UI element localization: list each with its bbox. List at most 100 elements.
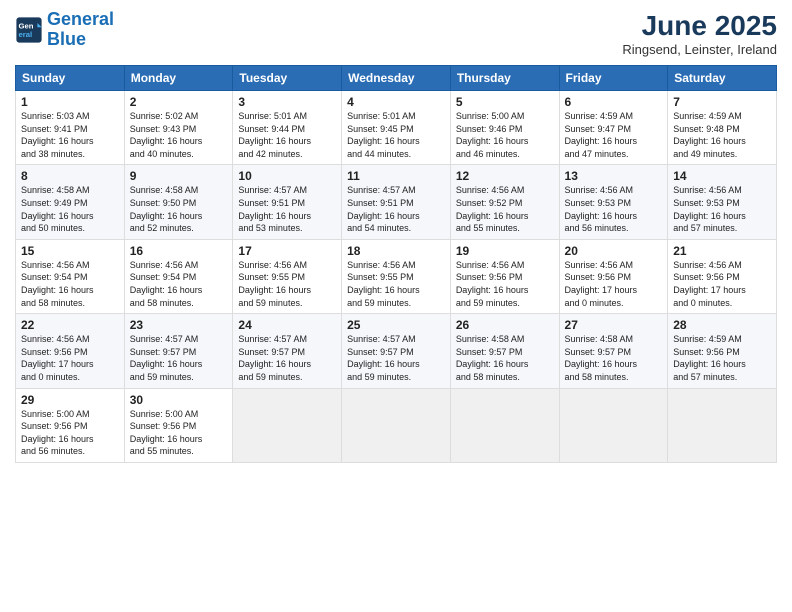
table-row: 27Sunrise: 4:58 AM Sunset: 9:57 PM Dayli…: [559, 314, 668, 388]
day-number: 27: [565, 318, 663, 332]
week-row-2: 8Sunrise: 4:58 AM Sunset: 9:49 PM Daylig…: [16, 165, 777, 239]
table-row: 7Sunrise: 4:59 AM Sunset: 9:48 PM Daylig…: [668, 91, 777, 165]
table-row: 10Sunrise: 4:57 AM Sunset: 9:51 PM Dayli…: [233, 165, 342, 239]
day-number: 19: [456, 244, 554, 258]
table-row: [668, 388, 777, 462]
day-number: 28: [673, 318, 771, 332]
col-friday: Friday: [559, 66, 668, 91]
table-row: 11Sunrise: 4:57 AM Sunset: 9:51 PM Dayli…: [342, 165, 451, 239]
day-number: 20: [565, 244, 663, 258]
day-number: 30: [130, 393, 228, 407]
table-row: 9Sunrise: 4:58 AM Sunset: 9:50 PM Daylig…: [124, 165, 233, 239]
day-info: Sunrise: 5:00 AM Sunset: 9:56 PM Dayligh…: [130, 408, 228, 458]
day-info: Sunrise: 4:56 AM Sunset: 9:54 PM Dayligh…: [21, 259, 119, 309]
day-info: Sunrise: 4:56 AM Sunset: 9:56 PM Dayligh…: [21, 333, 119, 383]
day-number: 9: [130, 169, 228, 183]
day-info: Sunrise: 4:56 AM Sunset: 9:53 PM Dayligh…: [565, 184, 663, 234]
table-row: 4Sunrise: 5:01 AM Sunset: 9:45 PM Daylig…: [342, 91, 451, 165]
day-number: 15: [21, 244, 119, 258]
day-number: 21: [673, 244, 771, 258]
day-info: Sunrise: 4:57 AM Sunset: 9:57 PM Dayligh…: [130, 333, 228, 383]
table-row: 26Sunrise: 4:58 AM Sunset: 9:57 PM Dayli…: [450, 314, 559, 388]
table-row: 25Sunrise: 4:57 AM Sunset: 9:57 PM Dayli…: [342, 314, 451, 388]
location: Ringsend, Leinster, Ireland: [622, 42, 777, 57]
svg-text:eral: eral: [19, 30, 33, 39]
day-info: Sunrise: 4:57 AM Sunset: 9:51 PM Dayligh…: [238, 184, 336, 234]
col-monday: Monday: [124, 66, 233, 91]
day-number: 16: [130, 244, 228, 258]
day-info: Sunrise: 4:56 AM Sunset: 9:56 PM Dayligh…: [456, 259, 554, 309]
day-number: 8: [21, 169, 119, 183]
day-number: 13: [565, 169, 663, 183]
table-row: [342, 388, 451, 462]
day-info: Sunrise: 4:58 AM Sunset: 9:49 PM Dayligh…: [21, 184, 119, 234]
day-info: Sunrise: 4:58 AM Sunset: 9:50 PM Dayligh…: [130, 184, 228, 234]
table-row: 3Sunrise: 5:01 AM Sunset: 9:44 PM Daylig…: [233, 91, 342, 165]
title-block: June 2025 Ringsend, Leinster, Ireland: [622, 10, 777, 57]
table-row: 12Sunrise: 4:56 AM Sunset: 9:52 PM Dayli…: [450, 165, 559, 239]
day-info: Sunrise: 4:56 AM Sunset: 9:55 PM Dayligh…: [347, 259, 445, 309]
day-number: 24: [238, 318, 336, 332]
header: Gen eral General Blue June 2025 Ringsend…: [15, 10, 777, 57]
day-number: 18: [347, 244, 445, 258]
day-number: 25: [347, 318, 445, 332]
day-info: Sunrise: 5:03 AM Sunset: 9:41 PM Dayligh…: [21, 110, 119, 160]
logo-icon: Gen eral: [15, 16, 43, 44]
col-thursday: Thursday: [450, 66, 559, 91]
calendar-header-row: Sunday Monday Tuesday Wednesday Thursday…: [16, 66, 777, 91]
week-row-4: 22Sunrise: 4:56 AM Sunset: 9:56 PM Dayli…: [16, 314, 777, 388]
day-number: 26: [456, 318, 554, 332]
logo-text: General Blue: [47, 10, 114, 50]
day-info: Sunrise: 4:56 AM Sunset: 9:56 PM Dayligh…: [673, 259, 771, 309]
day-info: Sunrise: 4:56 AM Sunset: 9:54 PM Dayligh…: [130, 259, 228, 309]
table-row: 6Sunrise: 4:59 AM Sunset: 9:47 PM Daylig…: [559, 91, 668, 165]
table-row: 21Sunrise: 4:56 AM Sunset: 9:56 PM Dayli…: [668, 239, 777, 313]
day-number: 29: [21, 393, 119, 407]
table-row: 8Sunrise: 4:58 AM Sunset: 9:49 PM Daylig…: [16, 165, 125, 239]
col-saturday: Saturday: [668, 66, 777, 91]
svg-text:Gen: Gen: [19, 21, 34, 30]
week-row-1: 1Sunrise: 5:03 AM Sunset: 9:41 PM Daylig…: [16, 91, 777, 165]
table-row: 1Sunrise: 5:03 AM Sunset: 9:41 PM Daylig…: [16, 91, 125, 165]
page: Gen eral General Blue June 2025 Ringsend…: [0, 0, 792, 612]
table-row: 15Sunrise: 4:56 AM Sunset: 9:54 PM Dayli…: [16, 239, 125, 313]
table-row: 22Sunrise: 4:56 AM Sunset: 9:56 PM Dayli…: [16, 314, 125, 388]
day-number: 2: [130, 95, 228, 109]
day-info: Sunrise: 5:02 AM Sunset: 9:43 PM Dayligh…: [130, 110, 228, 160]
table-row: 19Sunrise: 4:56 AM Sunset: 9:56 PM Dayli…: [450, 239, 559, 313]
day-number: 12: [456, 169, 554, 183]
day-info: Sunrise: 4:58 AM Sunset: 9:57 PM Dayligh…: [456, 333, 554, 383]
table-row: [233, 388, 342, 462]
day-info: Sunrise: 4:59 AM Sunset: 9:47 PM Dayligh…: [565, 110, 663, 160]
week-row-3: 15Sunrise: 4:56 AM Sunset: 9:54 PM Dayli…: [16, 239, 777, 313]
logo: Gen eral General Blue: [15, 10, 114, 50]
day-number: 17: [238, 244, 336, 258]
day-info: Sunrise: 4:56 AM Sunset: 9:55 PM Dayligh…: [238, 259, 336, 309]
table-row: 20Sunrise: 4:56 AM Sunset: 9:56 PM Dayli…: [559, 239, 668, 313]
day-number: 6: [565, 95, 663, 109]
day-number: 10: [238, 169, 336, 183]
day-number: 14: [673, 169, 771, 183]
table-row: 5Sunrise: 5:00 AM Sunset: 9:46 PM Daylig…: [450, 91, 559, 165]
month-title: June 2025: [622, 10, 777, 42]
table-row: 16Sunrise: 4:56 AM Sunset: 9:54 PM Dayli…: [124, 239, 233, 313]
table-row: 17Sunrise: 4:56 AM Sunset: 9:55 PM Dayli…: [233, 239, 342, 313]
table-row: 14Sunrise: 4:56 AM Sunset: 9:53 PM Dayli…: [668, 165, 777, 239]
table-row: 24Sunrise: 4:57 AM Sunset: 9:57 PM Dayli…: [233, 314, 342, 388]
day-info: Sunrise: 4:57 AM Sunset: 9:57 PM Dayligh…: [347, 333, 445, 383]
day-info: Sunrise: 5:00 AM Sunset: 9:46 PM Dayligh…: [456, 110, 554, 160]
day-info: Sunrise: 4:57 AM Sunset: 9:51 PM Dayligh…: [347, 184, 445, 234]
day-info: Sunrise: 4:56 AM Sunset: 9:52 PM Dayligh…: [456, 184, 554, 234]
day-number: 3: [238, 95, 336, 109]
day-number: 23: [130, 318, 228, 332]
day-number: 4: [347, 95, 445, 109]
table-row: [559, 388, 668, 462]
calendar-table: Sunday Monday Tuesday Wednesday Thursday…: [15, 65, 777, 463]
week-row-5: 29 Sunrise: 5:00 AM Sunset: 9:56 PM Dayli…: [16, 388, 777, 462]
day-info: Sunrise: 4:59 AM Sunset: 9:56 PM Dayligh…: [673, 333, 771, 383]
table-row: [450, 388, 559, 462]
day-info: Sunrise: 4:59 AM Sunset: 9:48 PM Dayligh…: [673, 110, 771, 160]
table-row: 2Sunrise: 5:02 AM Sunset: 9:43 PM Daylig…: [124, 91, 233, 165]
day-info: Sunrise: 4:58 AM Sunset: 9:57 PM Dayligh…: [565, 333, 663, 383]
day-info: Sunrise: 4:56 AM Sunset: 9:56 PM Dayligh…: [565, 259, 663, 309]
